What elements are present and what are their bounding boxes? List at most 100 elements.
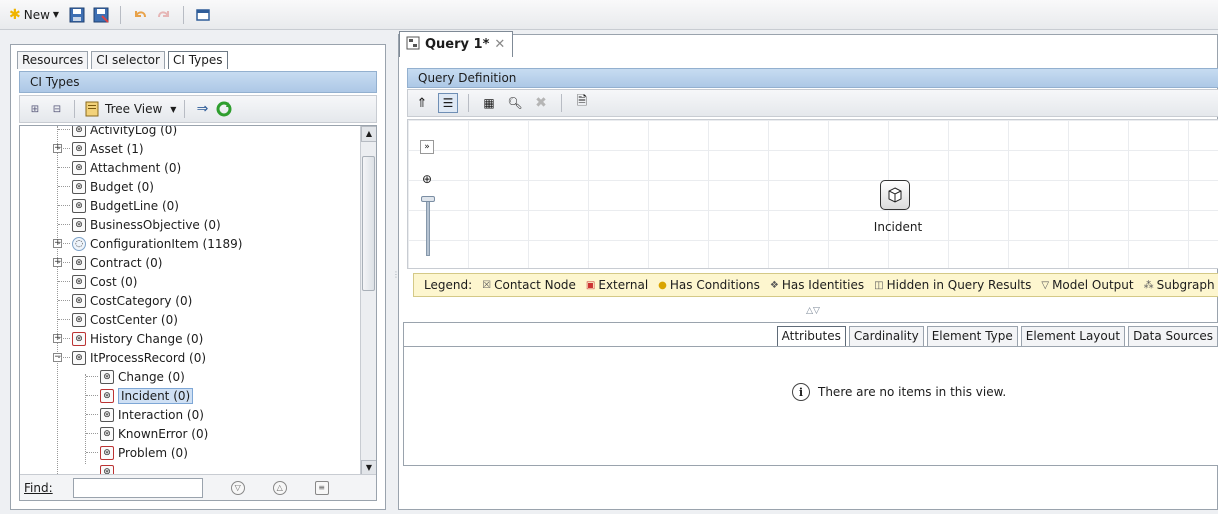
query-canvas[interactable]: » ⊕ Incident [407,119,1218,269]
legend-item-label: Subgraph [1156,278,1215,292]
tree-item-label: ConfigurationItem (1189) [90,236,243,251]
expand-all-icon[interactable]: ⊞ [26,100,44,118]
window-icon[interactable] [194,6,212,24]
tree-item[interactable]: ⊛ Interaction (0) [86,405,204,424]
legend-item-label: Contact Node [494,278,576,292]
tree-item[interactable]: ⊛ BudgetLine (0) [58,196,179,215]
tree-item[interactable]: ⊛ Cost (0) [58,272,138,291]
tree-item[interactable]: ⊛ History Change (0) [58,329,203,348]
new-button-label: New [23,7,50,22]
tab-divider [404,346,1218,347]
refresh-icon[interactable] [215,100,233,118]
hidden-icon: ◫ [874,279,884,291]
arrow-right-icon[interactable]: ⇒ [193,100,211,118]
cube-icon [888,187,902,203]
legend-item-label: Hidden in Query Results [886,278,1032,292]
tree-item-label: Cost (0) [90,274,138,289]
scroll-thumb[interactable] [362,156,375,291]
toolbar-separator [468,94,469,112]
find-options-icon[interactable]: ≡ [314,480,329,495]
tree-item[interactable]: ⊛ KnownError (0) [86,424,208,443]
zoom-in-icon[interactable]: ⊕ [422,172,432,186]
cube-icon: ⊛ [72,126,86,137]
expand-panel-icon[interactable]: » [420,140,434,154]
conditions-icon: ● [658,279,667,291]
tree-item[interactable]: ⊛ Problem (0) [86,443,188,462]
tree-item-selected[interactable]: ⊛ Incident (0) [86,386,194,405]
query-node-label: Incident [873,220,923,234]
query-definition-header: Query Definition [407,68,1218,88]
tree-view-icon [83,100,101,118]
horizontal-splitter[interactable]: △▽ [407,303,1218,319]
tab-ci-types[interactable]: CI Types [167,51,228,69]
tab-ci-selector[interactable]: CI selector [91,51,165,69]
properties-icon[interactable]: 🗎 [572,93,592,113]
legend-item-label: Has Identities [781,278,865,292]
search-icon[interactable]: 🔍︎ [505,93,525,113]
tab-cardinality[interactable]: Cardinality [848,326,924,346]
cube-icon: ⊛ [72,350,86,365]
cube-icon: ⊛ [100,426,114,441]
tree-item-label: BudgetLine (0) [90,198,179,213]
close-icon[interactable]: ✕ [494,37,505,52]
query-icon [406,36,420,54]
tree-item[interactable]: ⊛ Budget (0) [58,177,154,196]
tree-item-label: CostCategory (0) [90,293,193,308]
find-previous-icon[interactable]: △ [272,480,287,495]
calculator-icon[interactable]: ▦ [479,93,499,113]
cube-icon: ⊛ [72,198,86,213]
new-button[interactable]: ✱ New ▼ [6,4,62,26]
tab-data-sources[interactable]: Data Sources [1128,326,1218,346]
tree-item[interactable]: ⊛ CostCategory (0) [58,291,192,310]
redo-icon[interactable] [155,6,173,24]
save-as-icon[interactable] [92,6,110,24]
tree-item-label: CostCenter (0) [90,312,178,327]
tree-item[interactable]: ⊛ Change (0) [86,367,185,386]
red-cube-icon: ⊛ [100,445,114,460]
delete-icon[interactable]: ✖ [531,93,551,113]
tab-attributes[interactable]: Attributes [776,326,846,346]
empty-message: There are no items in this view. [818,385,1007,399]
tab-resources[interactable]: Resources [17,51,89,69]
find-input[interactable] [72,477,203,498]
cube-icon: ⊛ [72,293,86,308]
find-bar: Find: ▽ △ ≡ [20,474,376,500]
query-node[interactable] [880,180,910,210]
undo-icon[interactable] [131,6,149,24]
pointer-icon[interactable]: ⇑ [412,93,432,113]
tree-view-dropdown[interactable]: Tree View [105,102,162,116]
legend-item-label: Model Output [1052,278,1134,292]
tab-element-layout[interactable]: Element Layout [1020,326,1126,346]
query-tab[interactable]: Query 1* ✕ [399,31,513,57]
tree-item-label: KnownError (0) [118,426,209,441]
tree-item[interactable]: ⊛ BusinessObjective (0) [58,215,221,234]
legend-item: ❖ Has Identities [770,278,864,292]
tree-item-label: Incident (0) [118,387,194,404]
toolbar-separator [561,94,562,112]
tree-content: ⊛ ActivityLog (0) + ⊛ Asset (1) ⊛ Attach… [20,126,360,476]
save-icon[interactable] [68,6,86,24]
panel-splitter[interactable]: ⋮ [392,270,400,290]
find-next-icon[interactable]: ▽ [230,480,245,495]
scroll-up-icon[interactable]: ▲ [361,126,376,142]
external-icon: ▣ [585,279,596,291]
tree-item[interactable]: ⊛ Attachment (0) [58,158,181,177]
tree-item[interactable]: ⊛ ActivityLog (0) [58,126,177,139]
tree-item[interactable]: ⊛ CostCenter (0) [58,310,178,329]
tree-scrollbar[interactable]: ▲ ▼ [360,126,376,476]
collapse-all-icon[interactable]: ⊟ [48,100,66,118]
list-view-icon[interactable]: ☰ [438,93,458,113]
info-icon: i [792,383,810,401]
legend-label: Legend: [424,278,473,292]
legend-item: ⁂ Subgraph [1144,278,1215,292]
zoom-slider-track[interactable] [426,198,430,256]
tree-item-label: Interaction (0) [118,407,204,422]
tree-item[interactable]: ⊛ ItProcessRecord (0) [58,348,206,367]
tree-item[interactable]: ◌ ConfigurationItem (1189) [58,234,242,253]
tree-item[interactable]: ⊛ Asset (1) [58,139,144,158]
tree-item[interactable]: ⊛ Contract (0) [58,253,162,272]
tree-item-label: BusinessObjective (0) [90,217,221,232]
tab-element-type[interactable]: Element Type [926,326,1018,346]
zoom-slider-thumb[interactable] [421,196,435,202]
chevron-down-icon[interactable]: ▼ [170,105,176,114]
